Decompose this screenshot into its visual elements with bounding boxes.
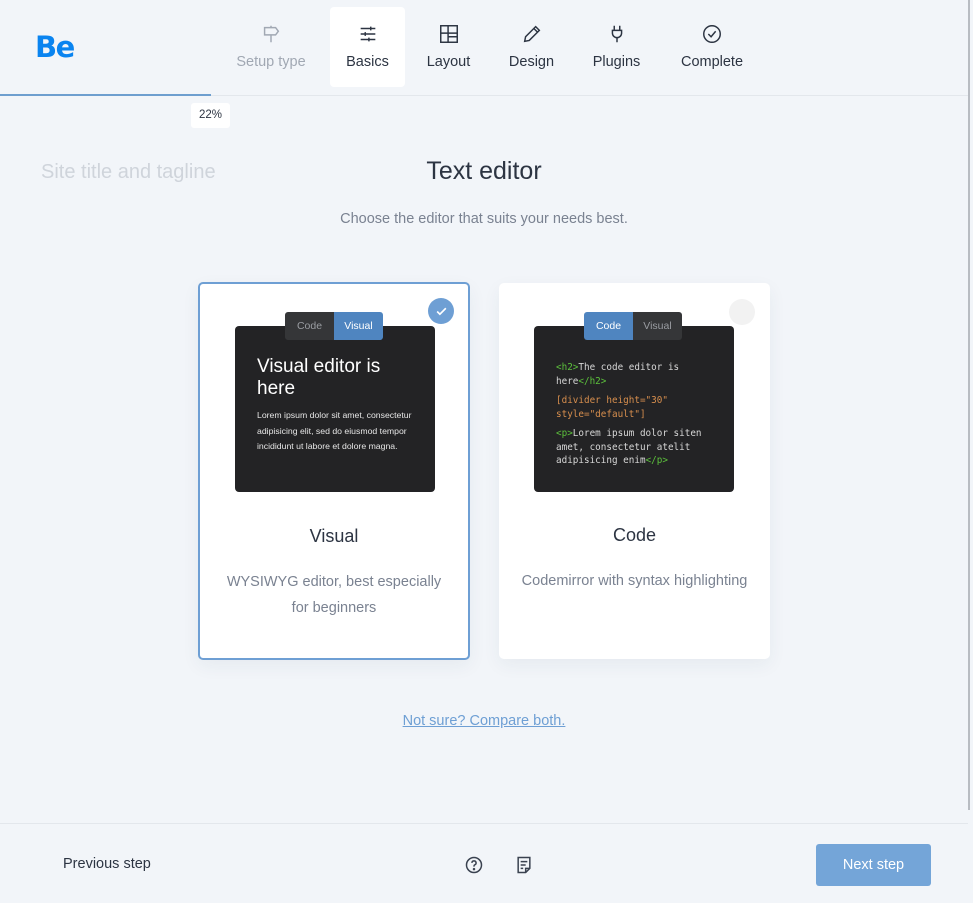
step-complete[interactable]: Complete [662, 7, 762, 87]
preview-tab-code: Code [285, 312, 334, 340]
check-icon [436, 307, 446, 315]
code-line: <h2>The code editor is here</h2> [556, 362, 680, 387]
preview-body: Lorem ipsum dolor sit amet, consectetur … [257, 410, 412, 451]
scrollbar[interactable] [968, 0, 970, 810]
help-circle-icon[interactable] [464, 855, 484, 875]
step-layout[interactable]: Layout [405, 7, 492, 87]
code-line: [divider height="30" style="default"] [556, 395, 668, 420]
wizard-header: Be Setup type Basics Layout Design Plugi… [0, 0, 968, 96]
preview-tabs: Code Visual [285, 312, 383, 340]
plug-icon [611, 25, 622, 43]
editor-option-visual[interactable]: Code Visual Visual editor is here Lorem … [198, 282, 470, 660]
compare-link[interactable]: Not sure? Compare both. [0, 713, 968, 729]
option-title: Code [612, 525, 657, 545]
pencil-icon [523, 25, 540, 43]
sliders-icon [360, 26, 375, 42]
code-line: <p>Lorem ipsum dolor siten amet, consect… [556, 428, 702, 466]
code-sample: <h2>The code editor is here</h2> [divide… [556, 361, 731, 474]
page-subtitle: Choose the editor that suits your needs … [340, 211, 628, 227]
option-description: Codemirror with syntax highlighting [521, 573, 748, 589]
step-setup-type[interactable]: Setup type [230, 7, 312, 87]
moon-icon[interactable] [908, 35, 930, 57]
visual-preview: Code Visual Visual editor is here Lorem … [235, 312, 435, 492]
preview-tab-visual: Visual [334, 312, 383, 340]
option-title: Visual [309, 526, 359, 546]
next-step-button[interactable]: Next step [816, 844, 931, 886]
step-design[interactable]: Design [492, 7, 571, 87]
check-circle-icon [703, 25, 721, 43]
progress-percent: 22% [191, 103, 230, 128]
editor-option-code[interactable]: Code Visual <h2>The code editor is here<… [499, 283, 770, 659]
previous-step-button[interactable]: Previous step [63, 856, 151, 872]
selected-check[interactable] [428, 298, 454, 324]
notes-icon[interactable] [514, 854, 534, 876]
signpost-icon [263, 25, 280, 43]
page-title: Text editor [426, 157, 542, 185]
progress-bar [0, 94, 211, 96]
preview-tabs: Code Visual [584, 312, 682, 340]
wizard-steps: Setup type Basics Layout Design Plugins … [230, 7, 762, 87]
option-description: WYSIWYG editor, best especially for begi… [226, 574, 442, 616]
preview-heading: Visual editor is here [257, 356, 381, 399]
layout-icon [439, 25, 458, 43]
preview-tab-visual: Visual [633, 312, 682, 340]
preview-tab-code: Code [584, 312, 633, 340]
code-preview: Code Visual <h2>The code editor is here<… [534, 312, 734, 492]
wizard-footer: Previous step Next step [0, 823, 968, 903]
step-plugins[interactable]: Plugins [571, 7, 662, 87]
unselected-radio[interactable] [729, 299, 755, 325]
logo: Be [35, 30, 75, 64]
step-basics[interactable]: Basics [330, 7, 405, 87]
